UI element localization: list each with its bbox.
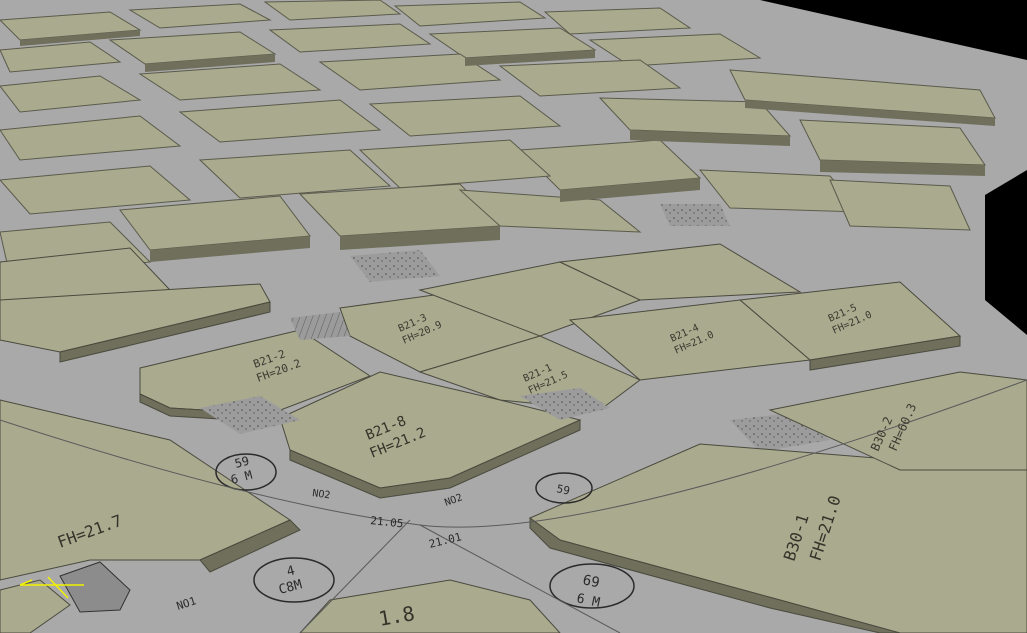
road-circle-4-top: 59 — [555, 482, 571, 497]
map-scene[interactable]: B21-2 FH=20.2 B21-8 FH=21.2 B21-1 FH=21.… — [0, 0, 1027, 633]
3d-map-viewport[interactable]: B21-2 FH=20.2 B21-8 FH=21.2 B21-1 FH=21.… — [0, 0, 1027, 633]
